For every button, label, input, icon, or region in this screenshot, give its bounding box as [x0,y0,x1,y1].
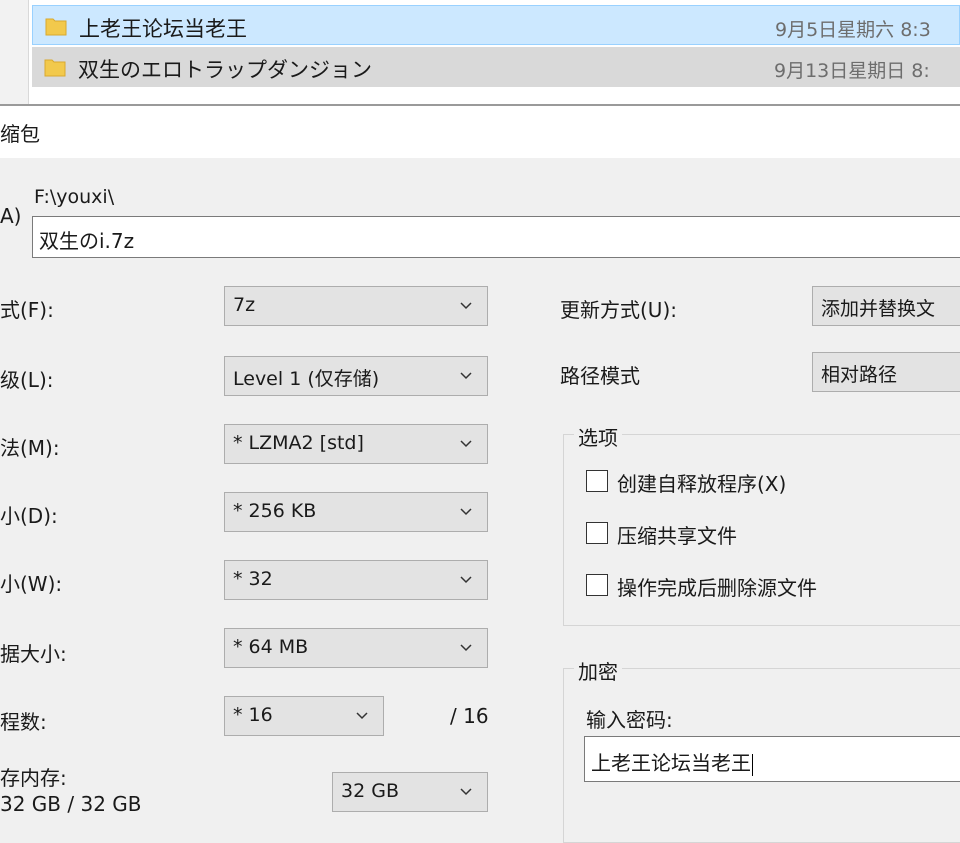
cpu-threads-select[interactable]: * 16 [224,696,384,736]
dictionary-size-label: 小(D): [0,504,58,528]
path-mode-select[interactable]: 相对路径 [812,352,960,392]
explorer-left-border [0,0,29,106]
archive-label: A) [0,204,22,228]
archive-format-value: 7z [233,294,256,316]
compression-level-value: Level 1 (仅存储) [233,368,380,390]
file-row[interactable]: 双生のエロトラップダンジョン 9月13日星期日 8: [32,47,960,87]
word-size-label: 小(W): [0,572,63,596]
word-size-value: * 32 [233,568,273,590]
chevron-down-icon [460,508,472,516]
cpu-threads-value: * 16 [233,704,273,726]
chevron-down-icon [460,576,472,584]
memory-usage-value: 32 GB / 32 GB [0,792,142,816]
dialog-title-bar [0,106,960,158]
compression-level-label: 级(L): [0,368,54,392]
cpu-threads-label: 程数: [0,710,47,734]
file-explorer-list: 上老王论坛当老王 9月5日星期六 8:3 双生のエロトラップダンジョン 9月13… [0,0,960,106]
path-mode-label: 路径模式 [560,364,640,388]
path-mode-value: 相对路径 [821,364,898,386]
solid-block-size-label: 据大小: [0,642,67,666]
chevron-down-icon [460,372,472,380]
delete-after-label: 操作完成后删除源文件 [617,576,817,600]
archive-path: F:\youxi\ [34,186,115,208]
cpu-threads-max: / 16 [450,704,489,728]
dialog-title: 缩包 [0,122,40,146]
memory-limit-select[interactable]: 32 GB [332,772,488,812]
archive-filename-input[interactable]: 双生のi.7z [32,216,960,258]
update-mode-value: 添加并替换文 [821,298,936,320]
options-group-title: 选项 [574,422,622,451]
file-date: 9月13日星期日 8: [774,60,930,82]
file-date: 9月5日星期六 8:3 [775,19,931,41]
solid-block-size-value: * 64 MB [233,636,309,658]
compress-shared-checkbox[interactable] [586,522,608,544]
compression-method-value: * LZMA2 [std] [233,432,364,454]
folder-icon [44,59,66,77]
file-name: 双生のエロトラップダンジョン [78,58,372,82]
password-value: 上老王论坛当老王 [591,747,753,776]
compress-shared-label: 压缩共享文件 [617,524,737,548]
archive-format-select[interactable]: 7z [224,286,488,326]
file-name: 上老王论坛当老王 [79,17,247,41]
delete-after-checkbox[interactable] [586,574,608,596]
archive-format-label: 式(F): [0,298,54,322]
file-row[interactable]: 上老王论坛当老王 9月5日星期六 8:3 [32,5,960,45]
create-sfx-checkbox[interactable] [586,470,608,492]
compression-method-label: 法(M): [0,436,60,460]
memory-usage-label: 存内存: [0,766,67,790]
password-label: 输入密码: [586,708,673,732]
create-sfx-label: 创建自释放程序(X) [617,472,787,496]
chevron-down-icon [460,644,472,652]
chevron-down-icon [356,712,368,720]
archive-filename-value: 双生のi.7z [39,229,135,253]
encryption-group-title: 加密 [574,656,622,685]
text-caret [752,753,753,776]
compression-method-select[interactable]: * LZMA2 [std] [224,424,488,464]
memory-limit-value: 32 GB [341,780,399,802]
solid-block-size-select[interactable]: * 64 MB [224,628,488,668]
word-size-select[interactable]: * 32 [224,560,488,600]
chevron-down-icon [460,440,472,448]
chevron-down-icon [460,788,472,796]
password-input[interactable]: 上老王论坛当老王 [584,736,960,782]
dictionary-size-select[interactable]: * 256 KB [224,492,488,532]
compression-level-select[interactable]: Level 1 (仅存储) [224,356,488,396]
chevron-down-icon [460,302,472,310]
password-text: 上老王论坛当老王 [591,751,751,775]
update-mode-label: 更新方式(U): [560,298,677,322]
dictionary-size-value: * 256 KB [233,500,317,522]
update-mode-select[interactable]: 添加并替换文 [812,286,960,326]
folder-icon [45,18,67,36]
